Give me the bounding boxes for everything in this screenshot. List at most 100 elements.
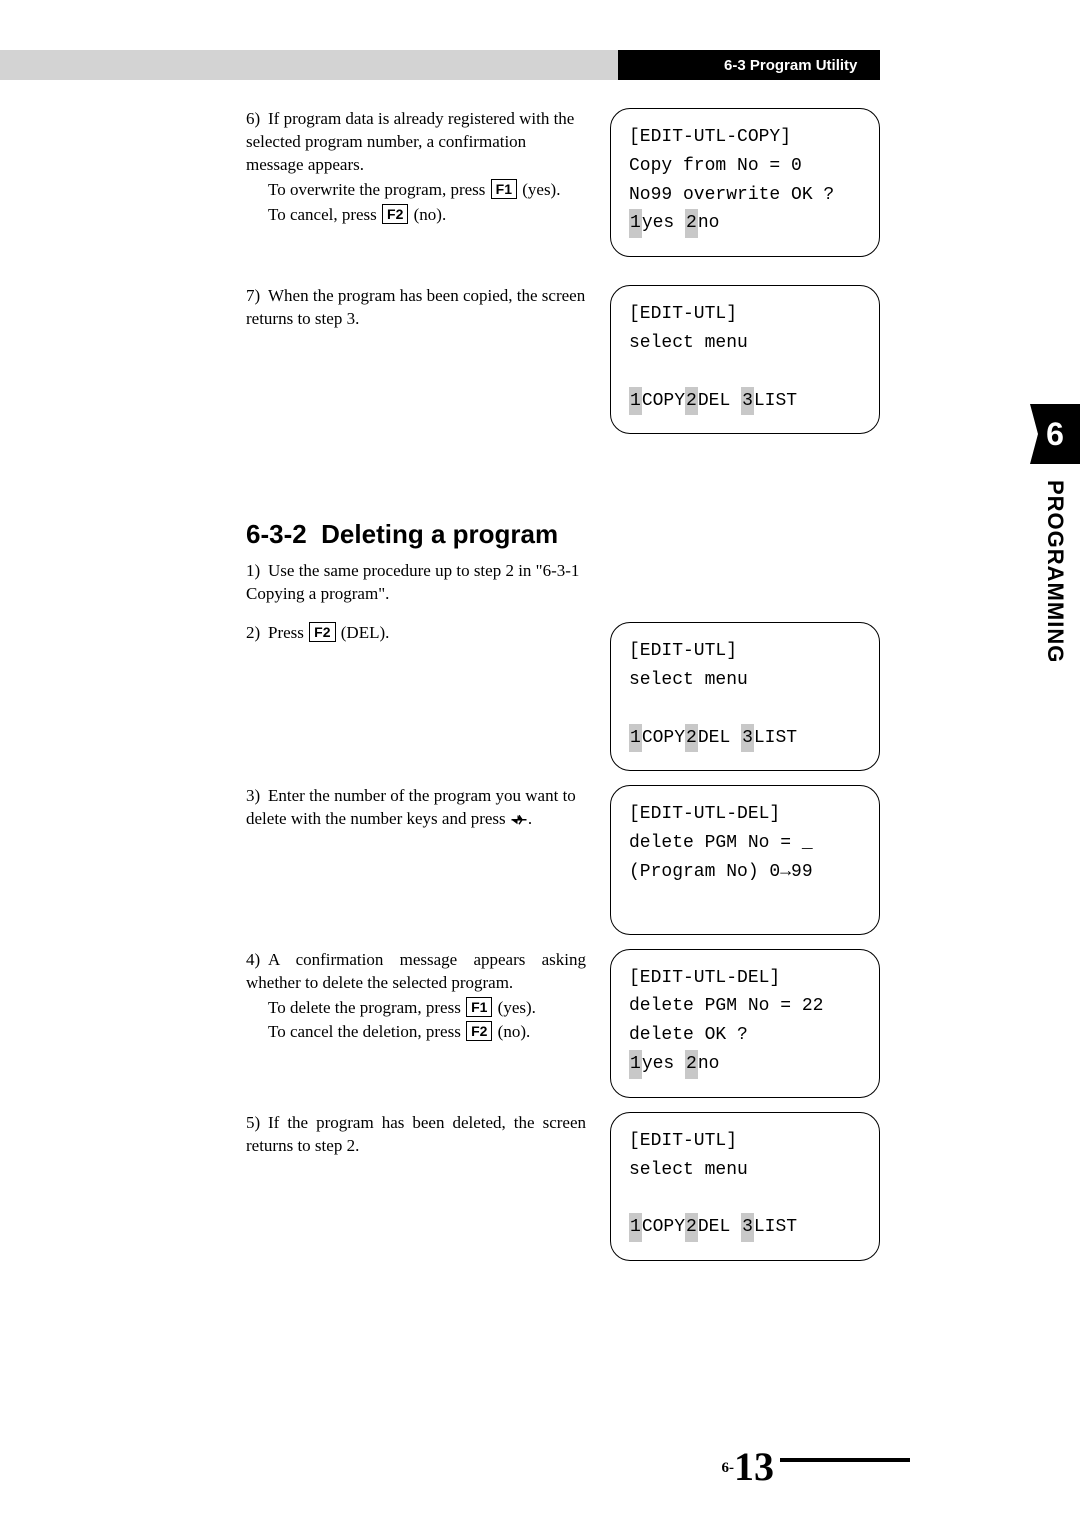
screen-utl-t3a: LIST xyxy=(754,391,797,411)
screen1-l3: No99 overwrite OK ? xyxy=(629,181,861,210)
step-b2-pre: Press xyxy=(268,623,308,642)
screen-utl-h2b: 2 xyxy=(685,724,698,753)
screen-utl-h1b: 1 xyxy=(629,724,642,753)
screen1-h1: 1 xyxy=(629,209,642,238)
step-6-cancel-post: (no). xyxy=(409,205,446,224)
step-b3-num: 3) xyxy=(246,785,268,808)
step-b3-text: 3)Enter the number of the program you wa… xyxy=(246,785,586,831)
step-b5-body: If the program has been deleted, the scr… xyxy=(246,1113,586,1155)
f2-key-2: F2 xyxy=(466,1021,492,1041)
f1-key-2: F1 xyxy=(466,997,492,1017)
step-7-row: 7)When the program has been copied, the … xyxy=(246,285,881,434)
screen-utl-h3c: 3 xyxy=(741,1213,754,1242)
header-black-block: 6-3 Program Utility xyxy=(618,50,880,80)
page-num-prefix: 6- xyxy=(722,1460,735,1476)
step-b1-text: 1)Use the same procedure up to step 2 in… xyxy=(246,560,586,606)
step-b1-row: 1)Use the same procedure up to step 2 in… xyxy=(246,560,881,606)
step-6-num: 6) xyxy=(246,108,268,131)
step-b4-body: A confirmation message appears asking wh… xyxy=(246,950,586,992)
screen1-h2: 2 xyxy=(685,209,698,238)
screen-utl-t1b: COPY xyxy=(642,728,685,748)
screen-utl-t1a: COPY xyxy=(642,391,685,411)
section-heading: 6-3-2 Deleting a program xyxy=(246,519,881,550)
screen-utl-h1a: 1 xyxy=(629,387,642,416)
step-b3-body-b: . xyxy=(528,809,532,828)
f2-key: F2 xyxy=(382,204,408,224)
screen-utl-t3c: LIST xyxy=(754,1217,797,1237)
screen-utl-l1a: [EDIT-UTL] xyxy=(629,300,861,329)
step-b1-body: Use the same procedure up to step 2 in "… xyxy=(246,561,579,603)
section-num: 6-3-2 xyxy=(246,519,307,549)
step-b1-num: 1) xyxy=(246,560,268,583)
step-b4-text: 4)A confirmation message appears asking … xyxy=(246,949,586,1045)
screen1-t2: no xyxy=(698,213,720,233)
f2-key-del: F2 xyxy=(309,622,335,642)
step-b2-post: (DEL). xyxy=(337,623,390,642)
step-b5-row: 5)If the program has been deleted, the s… xyxy=(246,1112,881,1261)
screen-del1-l3a: (Program No) 0 xyxy=(629,862,780,882)
page-number: 6-13 xyxy=(722,1443,911,1490)
screen-edit-utl-copy: [EDIT-UTL-COPY]Copy from No = 0No99 over… xyxy=(610,108,880,257)
step-7-body: When the program has been copied, the sc… xyxy=(246,286,585,328)
step-6-overwrite-pre: To overwrite the program, press xyxy=(268,180,490,199)
step-b4-del-pre: To delete the program, press xyxy=(268,998,465,1017)
screen-edit-utl-1: [EDIT-UTL]select menu 1COPY2DEL 3LIST xyxy=(610,285,880,434)
screen1-l2: Copy from No = 0 xyxy=(629,152,861,181)
screen-del2-l2: delete PGM No = 22 xyxy=(629,992,861,1021)
screen-utl-l2c: select menu xyxy=(629,1156,861,1185)
screen-del2-t1: yes xyxy=(642,1054,685,1074)
screen1-t1: yes xyxy=(642,213,685,233)
screen-utl-h3b: 3 xyxy=(741,724,754,753)
step-b4-num: 4) xyxy=(246,949,268,972)
chapter-tab: 6 xyxy=(1030,404,1080,464)
step-7-text: 7)When the program has been copied, the … xyxy=(246,285,586,331)
enter-arrow-icon xyxy=(510,810,528,824)
screen-del2-t2: no xyxy=(698,1054,720,1074)
screen-del2-h1: 1 xyxy=(629,1050,642,1079)
step-b4-del-post: (yes). xyxy=(493,998,535,1017)
screen-utl-t3b: LIST xyxy=(754,728,797,748)
screen-utl-t1c: COPY xyxy=(642,1217,685,1237)
screen-del2-l1: [EDIT-UTL-DEL] xyxy=(629,964,861,993)
page-num-line xyxy=(780,1458,910,1462)
screen-utl-l1b: [EDIT-UTL] xyxy=(629,637,861,666)
screen1-l1: [EDIT-UTL-COPY] xyxy=(629,123,861,152)
section-title: Deleting a program xyxy=(321,519,558,549)
step-b5-num: 5) xyxy=(246,1112,268,1135)
screen-edit-utl-2: [EDIT-UTL]select menu 1COPY2DEL 3LIST xyxy=(610,622,880,771)
step-6-body: If program data is already registered wi… xyxy=(246,109,574,174)
step-6-text: 6)If program data is already registered … xyxy=(246,108,586,227)
step-b2-text: 2)Press F2 (DEL). xyxy=(246,622,586,645)
header-section-label: 6-3 Program Utility xyxy=(724,57,857,74)
main-content: 6)If program data is already registered … xyxy=(246,108,881,1271)
screen-edit-utl-del-1: [EDIT-UTL-DEL]delete PGM No = _ (Program … xyxy=(610,785,880,934)
right-arrow-icon: → xyxy=(780,862,791,882)
screen-edit-utl-del-2: [EDIT-UTL-DEL]delete PGM No = 22delete O… xyxy=(610,949,880,1098)
screen-del1-l3b: 99 xyxy=(791,862,813,882)
step-b3-row: 3)Enter the number of the program you wa… xyxy=(246,785,881,934)
screen-utl-h2a: 2 xyxy=(685,387,698,416)
step-7-num: 7) xyxy=(246,285,268,308)
f1-key: F1 xyxy=(491,179,517,199)
screen-del1-l2: delete PGM No = _ xyxy=(629,829,861,858)
step-b4-row: 4)A confirmation message appears asking … xyxy=(246,949,881,1098)
screen-utl-l1c: [EDIT-UTL] xyxy=(629,1127,861,1156)
step-b4-cancel-pre: To cancel the deletion, press xyxy=(268,1022,465,1041)
chapter-number: 6 xyxy=(1046,416,1064,453)
step-b2-row: 2)Press F2 (DEL). [EDIT-UTL]select menu … xyxy=(246,622,881,771)
screen-utl-l2a: select menu xyxy=(629,329,861,358)
screen-del2-l3: delete OK ? xyxy=(629,1021,861,1050)
screen-del1-l1: [EDIT-UTL-DEL] xyxy=(629,800,861,829)
page-num-main: 13 xyxy=(734,1444,774,1489)
chapter-label: PROGRAMMING xyxy=(1042,480,1068,663)
step-6-overwrite-post: (yes). xyxy=(518,180,560,199)
screen-utl-t2a: DEL xyxy=(698,391,741,411)
step-6-row: 6)If program data is already registered … xyxy=(246,108,881,257)
screen-utl-t2b: DEL xyxy=(698,728,741,748)
screen-del2-h2: 2 xyxy=(685,1050,698,1079)
step-b4-cancel-post: (no). xyxy=(493,1022,530,1041)
step-6-cancel-pre: To cancel, press xyxy=(268,205,381,224)
step-b5-text: 5)If the program has been deleted, the s… xyxy=(246,1112,586,1158)
screen-edit-utl-3: [EDIT-UTL]select menu 1COPY2DEL 3LIST xyxy=(610,1112,880,1261)
screen-utl-h1c: 1 xyxy=(629,1213,642,1242)
